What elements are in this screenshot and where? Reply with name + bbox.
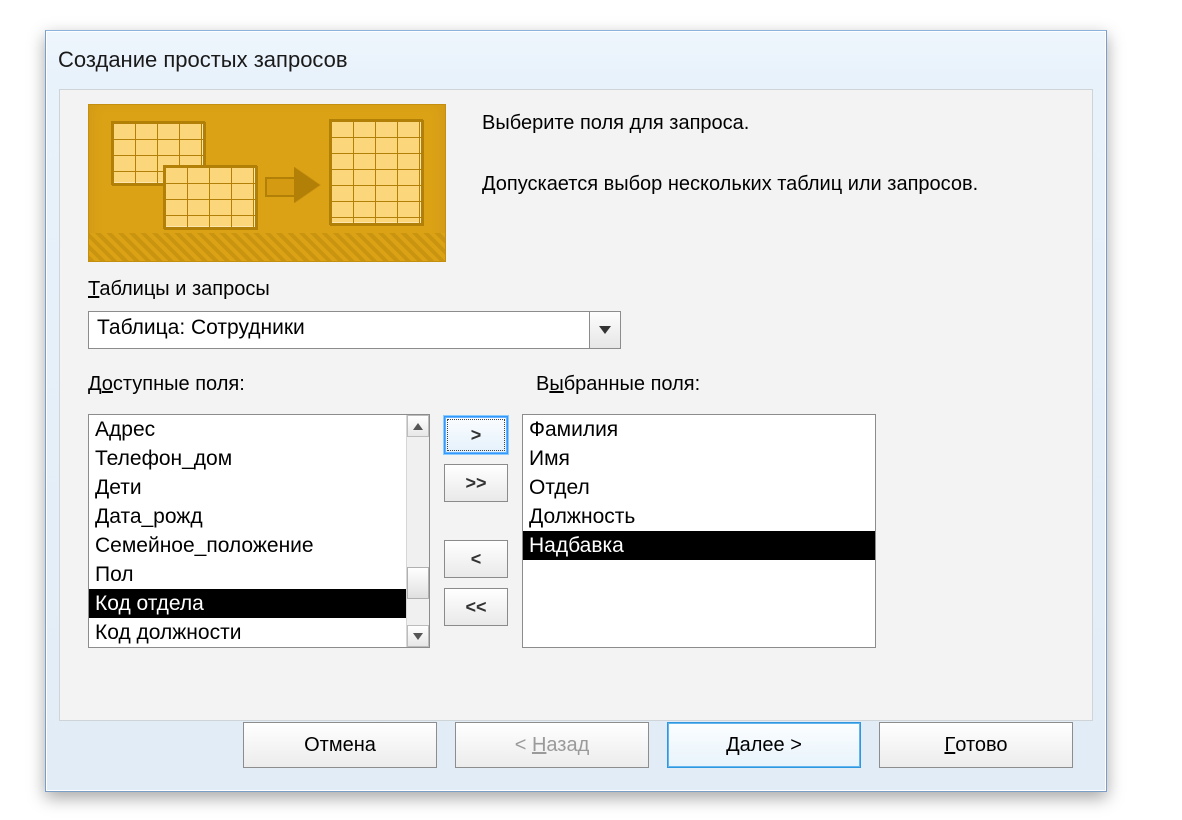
intro-line-2: Допускается выбор нескольких таблиц или … [482,173,1070,196]
selected-fields-label: Выбранные поля: [536,373,700,396]
list-item[interactable]: Пол [89,560,406,589]
list-item[interactable]: Код отдела [89,589,406,618]
back-button: < Назад [455,722,649,768]
wizard-window: Создание простых запросов Выберите поля … [45,30,1107,792]
finish-button[interactable]: Готово [879,722,1073,768]
list-item[interactable]: Код должности [89,618,406,647]
list-item[interactable]: Адрес [89,415,406,444]
add-all-button[interactable]: >> [444,464,508,502]
next-button[interactable]: Далее > [667,722,861,768]
arrow-icon [265,167,321,203]
tables-queries-label: Таблицы и запросы [88,278,1070,301]
list-item[interactable]: Дата_рожд [89,502,406,531]
wizard-content: Выберите поля для запроса. Допускается в… [59,89,1093,721]
intro-line-1: Выберите поля для запроса. [482,112,1070,135]
scroll-up-button[interactable] [407,415,429,437]
list-item[interactable]: Имя [523,444,875,473]
scroll-track[interactable] [407,437,429,625]
window-title: Создание простых запросов [46,31,1106,89]
add-one-button[interactable]: > [444,416,508,454]
cancel-button[interactable]: Отмена [243,722,437,768]
selected-fields-listbox[interactable]: Фамилия Имя Отдел Должность Надбавка [522,414,876,648]
list-item[interactable]: Дети [89,473,406,502]
list-item[interactable]: Телефон_дом [89,444,406,473]
remove-one-button[interactable]: < [444,540,508,578]
window-title-text: Создание простых запросов [58,47,348,73]
remove-all-button[interactable]: << [444,588,508,626]
scroll-down-button[interactable] [407,625,429,647]
list-item[interactable]: Должность [523,502,875,531]
wizard-illustration [88,104,446,262]
list-item[interactable]: Надбавка [523,531,875,560]
tables-queries-combobox[interactable]: Таблица: Сотрудники [88,311,621,349]
scrollbar[interactable] [406,415,429,647]
chevron-down-icon[interactable] [589,312,620,348]
list-item[interactable]: Отдел [523,473,875,502]
wizard-button-strip: Отмена < Назад Далее > Готово [59,722,1093,778]
scroll-thumb[interactable] [407,567,429,599]
combobox-value: Таблица: Сотрудники [89,312,589,348]
available-fields-label: Доступные поля: [88,373,428,396]
list-item[interactable]: Фамилия [523,415,875,444]
list-item[interactable]: Семейное_положение [89,531,406,560]
available-fields-listbox[interactable]: Адрес Телефон_дом Дети Дата_рожд Семейно… [88,414,430,648]
